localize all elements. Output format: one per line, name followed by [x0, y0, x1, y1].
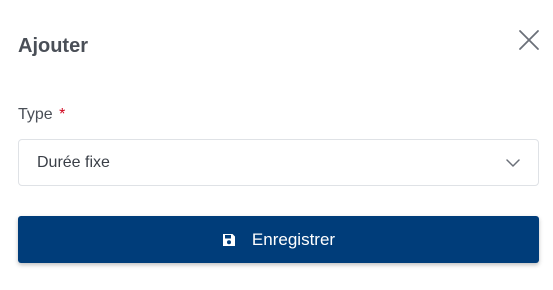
required-marker: * — [59, 106, 66, 123]
save-button-label: Enregistrer — [251, 229, 336, 249]
save-icon — [222, 233, 236, 247]
save-button[interactable]: Enregistrer — [18, 216, 539, 263]
close-icon — [519, 30, 539, 50]
chevron-down-icon — [506, 157, 520, 169]
close-button[interactable] — [516, 27, 542, 53]
type-label-text: Type — [18, 106, 53, 123]
type-select[interactable]: Durée fixe — [18, 139, 539, 186]
dialog-title: Ajouter — [18, 35, 88, 57]
type-field-label: Type * — [18, 105, 65, 125]
add-dialog: Ajouter Type * Durée fixe Enregistrer — [0, 0, 553, 290]
type-select-value: Durée fixe — [37, 154, 110, 171]
